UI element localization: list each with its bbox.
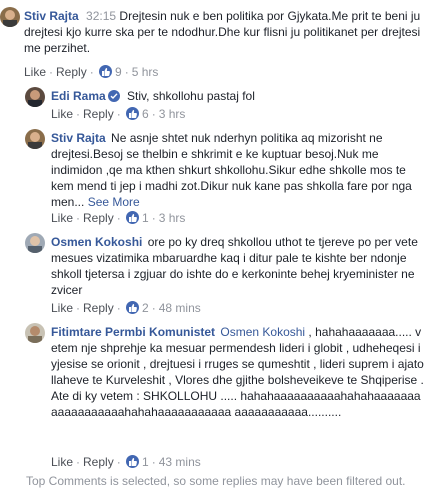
thumbs-up-icon[interactable]: [98, 65, 112, 78]
comment-edi-rama: Edi Rama Stiv, shkollohu pastaj fol Like…: [0, 82, 442, 124]
comment-author[interactable]: Stiv Rajta: [51, 131, 106, 145]
comment-stiv-1: Stiv Rajta 32:15 Drejtesin nuk e ben pol…: [0, 0, 442, 82]
comment-stiv-2: Stiv Rajta Ne asnje shtet nuk nderhyn po…: [0, 124, 442, 228]
filter-notice: Top Comments is selected, so some replie…: [26, 474, 406, 488]
reply-button[interactable]: Reply: [83, 107, 114, 121]
comment-timestamp[interactable]: 32:15: [86, 9, 116, 23]
like-button[interactable]: Like: [51, 455, 73, 469]
comment-author[interactable]: Stiv Rajta: [24, 9, 79, 23]
avatar[interactable]: [0, 7, 20, 27]
reply-button[interactable]: Reply: [83, 301, 114, 315]
reply-button[interactable]: Reply: [83, 211, 114, 225]
comment-body: Stiv Rajta Ne asnje shtet nuk nderhyn po…: [51, 130, 421, 210]
comment-author[interactable]: Osmen Kokoshi: [51, 235, 142, 249]
thumbs-up-icon[interactable]: [125, 107, 139, 120]
thumbs-up-icon[interactable]: [125, 211, 139, 224]
comment-author[interactable]: Fitimtare Permbi Komunistet: [51, 325, 215, 339]
mention-link[interactable]: Osmen Kokoshi: [220, 325, 305, 339]
like-count[interactable]: 9: [115, 65, 122, 79]
comment-actions: Like · Reply · 2 · 48 mins: [51, 301, 201, 315]
avatar[interactable]: [25, 233, 45, 253]
see-more-link[interactable]: See More: [88, 195, 140, 209]
avatar[interactable]: [25, 129, 45, 149]
like-button[interactable]: Like: [24, 65, 46, 79]
comment-text: Drejtesin nuk e ben politika por Gjykata…: [24, 9, 421, 55]
comment-author[interactable]: Edi Rama: [51, 89, 106, 103]
like-count[interactable]: 6: [142, 107, 149, 121]
like-count[interactable]: 2: [142, 301, 149, 315]
comment-age[interactable]: 43 mins: [159, 455, 201, 469]
comment-actions: Like · Reply · 1 · 3 hrs: [51, 211, 186, 225]
like-count[interactable]: 1: [142, 211, 149, 225]
comment-age[interactable]: 3 hrs: [159, 107, 186, 121]
comment-age[interactable]: 3 hrs: [159, 211, 186, 225]
comment-body: Stiv Rajta 32:15 Drejtesin nuk e ben pol…: [24, 8, 424, 56]
comment-text: Stiv, shkollohu pastaj fol: [127, 89, 255, 103]
thumbs-up-icon[interactable]: [125, 301, 139, 314]
like-count[interactable]: 1: [142, 455, 149, 469]
comment-text: , hahahaaaaaaa..... vetem nje shprehje k…: [51, 325, 424, 419]
like-button[interactable]: Like: [51, 211, 73, 225]
avatar[interactable]: [25, 323, 45, 343]
reply-button[interactable]: Reply: [83, 455, 114, 469]
comment-body: Edi Rama Stiv, shkollohu pastaj fol: [51, 88, 431, 104]
comment-osmen: Osmen Kokoshi ore po ky dreq shkollou ut…: [0, 228, 442, 318]
verified-badge-icon: [107, 90, 120, 102]
comment-actions: Like · Reply · 9 · 5 hrs: [24, 65, 159, 79]
like-button[interactable]: Like: [51, 107, 73, 121]
comment-actions: Like · Reply · 1 · 43 mins: [51, 455, 201, 469]
comment-age[interactable]: 48 mins: [159, 301, 201, 315]
comment-body: Osmen Kokoshi ore po ky dreq shkollou ut…: [51, 234, 421, 298]
thumbs-up-icon[interactable]: [125, 455, 139, 468]
comment-fitimtare: Fitimtare Permbi Komunistet Osmen Kokosh…: [0, 318, 442, 469]
comment-actions: Like · Reply · 6 · 3 hrs: [51, 107, 186, 121]
comment-body: Fitimtare Permbi Komunistet Osmen Kokosh…: [51, 324, 426, 420]
reply-button[interactable]: Reply: [56, 65, 87, 79]
avatar[interactable]: [25, 87, 45, 107]
comment-age[interactable]: 5 hrs: [132, 65, 159, 79]
like-button[interactable]: Like: [51, 301, 73, 315]
